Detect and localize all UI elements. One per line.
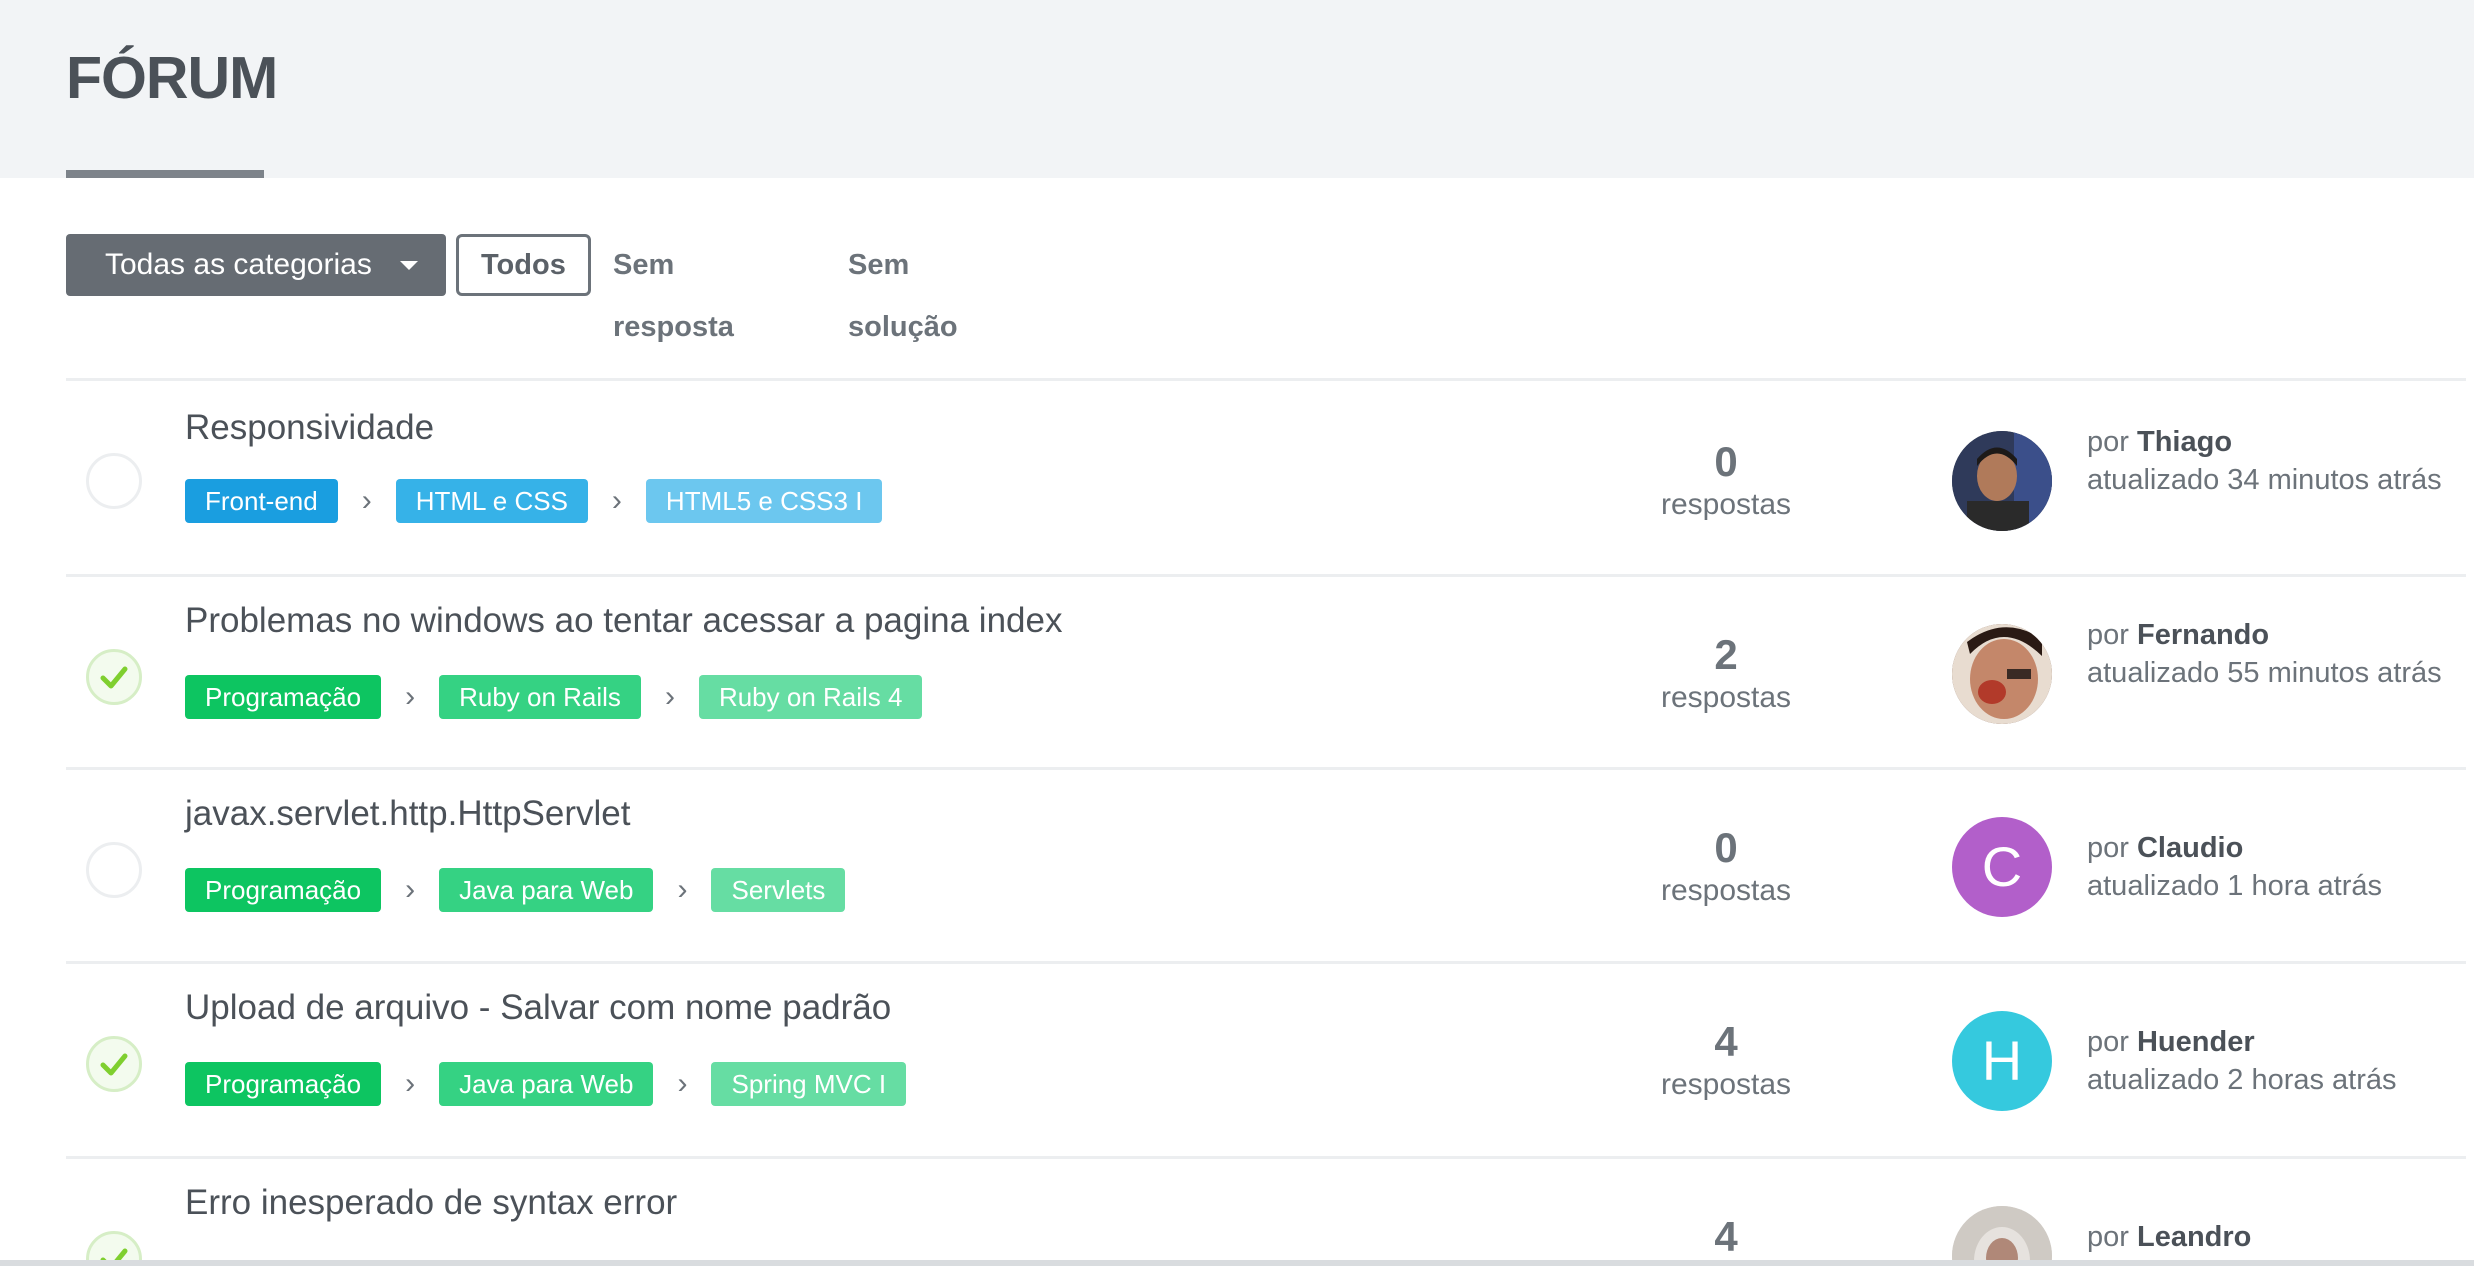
- tag-subcategory[interactable]: Java para Web: [439, 868, 654, 912]
- author-name[interactable]: Huender: [2137, 1026, 2255, 1058]
- reply-count-label: respostas: [1660, 874, 1792, 907]
- reply-count: 0 respostas: [1626, 824, 1826, 908]
- topic-title[interactable]: Upload de arquivo - Salvar com nome padr…: [185, 988, 891, 1028]
- topic-tags: Programação › Ruby on Rails › Ruby on Rails …: [185, 675, 923, 719]
- reply-count-number: 4: [1714, 1018, 1738, 1065]
- reply-count: 2 respostas: [1626, 631, 1826, 715]
- reply-count: 4 respostas: [1626, 1018, 1826, 1102]
- by-label: por: [2087, 619, 2129, 651]
- avatar-letter[interactable]: H: [1952, 1011, 2052, 1111]
- chevron-right-icon: ›: [361, 484, 372, 517]
- chevron-right-icon: ›: [664, 680, 675, 713]
- topic-tags: Programação › Java para Web › Spring MVC I: [185, 1062, 907, 1106]
- reply-count-number: 4: [1714, 1213, 1738, 1260]
- chevron-right-icon: ›: [677, 873, 688, 906]
- bottom-border: [0, 1260, 2474, 1266]
- topic-row[interactable]: Responsividade Front-end › HTML e CSS › HTML…: [66, 378, 2466, 574]
- tag-category[interactable]: Programação: [185, 868, 382, 912]
- chevron-right-icon: ›: [677, 1067, 688, 1100]
- topic-meta: por Huender atualizado 2 horas atrás: [2087, 1023, 2467, 1099]
- topic-meta: por Leandro: [2087, 1218, 2466, 1256]
- page-title: FÓRUM: [66, 45, 278, 111]
- chevron-right-icon: ›: [611, 484, 622, 517]
- reply-count-number: 2: [1714, 631, 1738, 678]
- filter-unanswered-button[interactable]: Sem resposta: [613, 234, 734, 343]
- topic-title[interactable]: javax.servlet.http.HttpServlet: [185, 794, 630, 834]
- solved-check-icon: [86, 1036, 142, 1092]
- tag-category[interactable]: Programação: [185, 1062, 382, 1106]
- by-label: por: [2087, 1221, 2129, 1253]
- reply-count-label: respostas: [1660, 681, 1792, 714]
- author-name[interactable]: Claudio: [2137, 832, 2243, 864]
- topic-row[interactable]: Upload de arquivo - Salvar com nome padr…: [66, 961, 2466, 1157]
- author-name[interactable]: Fernando: [2137, 619, 2269, 651]
- author-name[interactable]: Leandro: [2137, 1221, 2251, 1253]
- author-name[interactable]: Thiago: [2137, 426, 2232, 458]
- topic-row[interactable]: Problemas no windows ao tentar acessar a…: [66, 574, 2466, 770]
- by-label: por: [2087, 426, 2129, 458]
- page-header: FÓRUM: [0, 0, 2474, 178]
- unsolved-check-icon: [86, 842, 142, 898]
- topic-meta: por Fernando atualizado 55 minutos atrás: [2087, 616, 2467, 692]
- topic-row[interactable]: Erro inesperado de syntax error 4 por Le…: [66, 1156, 2466, 1266]
- chevron-right-icon: ›: [405, 680, 416, 713]
- avatar[interactable]: [1952, 431, 2052, 531]
- reply-count-label: respostas: [1660, 488, 1792, 521]
- unsolved-check-icon: [86, 453, 142, 509]
- topic-row[interactable]: javax.servlet.http.HttpServlet Programaç…: [66, 767, 2466, 963]
- title-underline: [66, 170, 264, 178]
- solved-check-icon: [86, 649, 142, 705]
- tag-category[interactable]: Front-end: [185, 479, 338, 523]
- tag-subcategory[interactable]: Ruby on Rails: [439, 675, 641, 719]
- topic-title[interactable]: Problemas no windows ao tentar acessar a…: [185, 601, 1062, 641]
- tag-course[interactable]: Ruby on Rails 4: [698, 675, 923, 719]
- reply-count-number: 0: [1714, 438, 1738, 485]
- tag-course[interactable]: HTML5 e CSS3 I: [645, 479, 883, 523]
- filter-unsolved-button[interactable]: Sem solução: [848, 234, 958, 343]
- chevron-right-icon: ›: [405, 1067, 416, 1100]
- avatar[interactable]: [1952, 624, 2052, 724]
- reply-count-label: respostas: [1660, 1068, 1792, 1101]
- caret-down-icon: [400, 261, 418, 270]
- tag-subcategory[interactable]: Java para Web: [439, 1062, 654, 1106]
- tag-course[interactable]: Servlets: [711, 868, 846, 912]
- updated-time: atualizado 2 horas atrás: [2087, 1064, 2397, 1096]
- topic-tags: Front-end › HTML e CSS › HTML5 e CSS3 I: [185, 479, 883, 523]
- by-label: por: [2087, 832, 2129, 864]
- category-select[interactable]: Todas as categorias: [66, 234, 446, 296]
- filter-all-button[interactable]: Todos: [456, 234, 591, 296]
- by-label: por: [2087, 1026, 2129, 1058]
- topic-meta: por Claudio atualizado 1 hora atrás: [2087, 829, 2467, 905]
- reply-count-number: 0: [1714, 824, 1738, 871]
- topic-meta: por Thiago atualizado 34 minutos atrás: [2087, 423, 2467, 499]
- avatar-letter[interactable]: C: [1952, 817, 2052, 917]
- category-select-label: Todas as categorias: [105, 248, 372, 281]
- chevron-right-icon: ›: [405, 873, 416, 906]
- tag-category[interactable]: Programação: [185, 675, 382, 719]
- tag-subcategory[interactable]: HTML e CSS: [395, 479, 588, 523]
- reply-count: 0 respostas: [1626, 438, 1826, 522]
- updated-time: atualizado 1 hora atrás: [2087, 870, 2383, 902]
- topic-tags: Programação › Java para Web › Servlets: [185, 868, 846, 912]
- updated-time: atualizado 34 minutos atrás: [2087, 464, 2442, 496]
- topic-title[interactable]: Responsividade: [185, 408, 434, 448]
- reply-count: 4: [1626, 1213, 1826, 1261]
- updated-time: atualizado 55 minutos atrás: [2087, 657, 2442, 689]
- tag-course[interactable]: Spring MVC I: [711, 1062, 907, 1106]
- avatar[interactable]: [1952, 1206, 2052, 1266]
- topic-title[interactable]: Erro inesperado de syntax error: [185, 1183, 677, 1223]
